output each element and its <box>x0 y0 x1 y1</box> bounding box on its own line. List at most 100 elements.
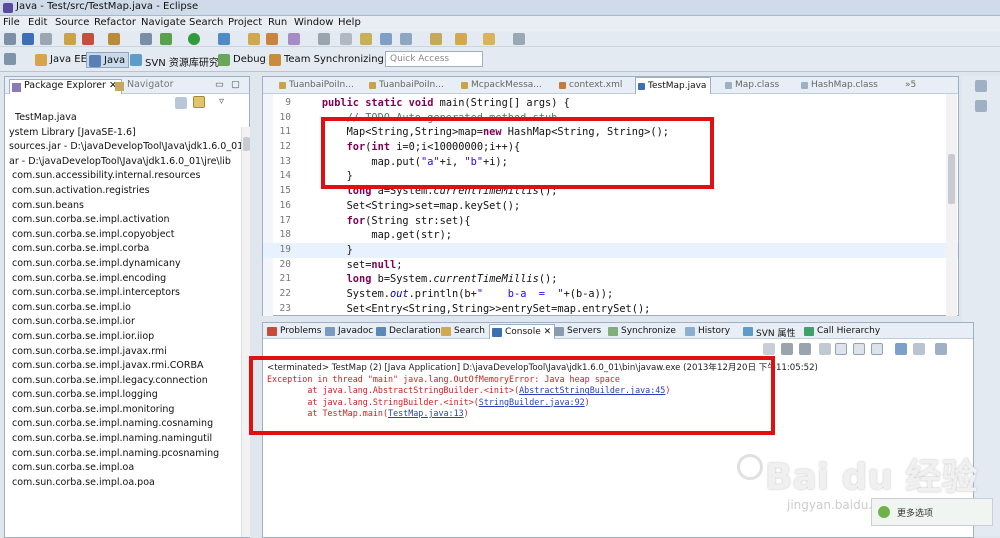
forward-icon[interactable] <box>483 33 495 45</box>
perspective-debug[interactable]: Debug <box>216 52 269 68</box>
tree-item[interactable]: com.sun.activation.registries <box>5 184 241 199</box>
tree-item[interactable]: com.sun.accessibility.internal.resources <box>5 169 241 184</box>
tab-problems[interactable]: Problems <box>265 324 324 339</box>
back-icon[interactable] <box>455 33 467 45</box>
code-line[interactable]: 13 map.put("a"+i, "b"+i); <box>263 155 958 170</box>
pin-icon[interactable] <box>513 33 525 45</box>
code-line[interactable]: 20 set=null; <box>263 258 958 273</box>
tree-item[interactable]: com.sun.corba.se.impl.encoding <box>5 272 241 287</box>
quick-access-input[interactable]: Quick Access <box>385 51 483 67</box>
tree-item[interactable]: com.sun.corba.se.impl.logging <box>5 388 241 403</box>
code-line[interactable]: 11 Map<String,String>map=new HashMap<Str… <box>263 125 958 140</box>
editor-tab[interactable]: HashMap.class <box>799 77 882 94</box>
menu-project[interactable]: Project <box>228 17 262 28</box>
menu-source[interactable]: Source <box>55 17 89 28</box>
stack-trace-link[interactable]: StringBuilder.java:92 <box>479 397 585 407</box>
code-line[interactable]: 15 long a=System.currentTimeMillis(); <box>263 184 958 199</box>
editor-tab[interactable]: McpackMessa... <box>459 77 546 94</box>
menu-search[interactable]: Search <box>189 17 223 28</box>
ant-icon[interactable] <box>108 33 120 45</box>
next-annotation-icon[interactable] <box>380 33 392 45</box>
tree-item[interactable]: com.sun.corba.se.impl.io <box>5 301 241 316</box>
tree-item[interactable]: com.sun.corba.se.impl.ior.iiop <box>5 330 241 345</box>
tree-item[interactable]: TestMap.java <box>5 111 241 126</box>
link-editor-icon[interactable] <box>193 96 205 108</box>
menu-file[interactable]: File <box>3 17 20 28</box>
tab-search[interactable]: Search <box>439 324 488 339</box>
code-line[interactable]: 18 map.get(str); <box>263 228 958 243</box>
code-line[interactable]: 9 public static void main(String[] args)… <box>263 96 958 111</box>
new-package-icon[interactable] <box>248 33 260 45</box>
code-area[interactable]: 9 public static void main(String[] args)… <box>263 96 958 316</box>
minimize-icon[interactable]: ▭ <box>215 79 224 90</box>
open-console-icon[interactable] <box>935 343 947 355</box>
more-tabs-button[interactable]: »5 <box>893 77 920 94</box>
tab-console[interactable]: Console ✕ <box>489 324 556 339</box>
tree-item[interactable]: com.sun.corba.se.impl.activation <box>5 213 241 228</box>
new-icon[interactable] <box>4 33 16 45</box>
editor-tab[interactable]: TestMap.java <box>635 77 712 94</box>
code-line[interactable]: 10 // TODO Auto-generated method stub <box>263 111 958 126</box>
show-console-icon[interactable] <box>871 343 883 355</box>
tree-item[interactable]: com.sun.corba.se.impl.naming.pcosnaming <box>5 447 241 462</box>
tab-svn-[interactable]: SVN 属性 <box>741 324 798 339</box>
perspective-team[interactable]: Team Synchronizing <box>267 52 387 68</box>
tree-item[interactable]: com.sun.corba.se.impl.dynamicany <box>5 257 241 272</box>
remove-launch-icon[interactable] <box>781 343 793 355</box>
tree-item[interactable]: com.sun.corba.se.impl.copyobject <box>5 228 241 243</box>
tree-item[interactable]: com.sun.beans <box>5 199 241 214</box>
menu-run[interactable]: Run <box>268 17 287 28</box>
tree-item[interactable]: sources.jar - D:\javaDevelopTool\Java\jd… <box>5 140 241 155</box>
server-icon[interactable] <box>82 33 94 45</box>
perspective-java[interactable]: Java <box>86 52 130 68</box>
tree-item[interactable]: com.sun.corba.se.impl.oa <box>5 461 241 476</box>
annotation-icon[interactable] <box>360 33 372 45</box>
close-icon[interactable]: ✕ <box>541 327 552 337</box>
tree-item[interactable]: ar - D:\javaDevelopTool\Java\jdk1.6.0_01… <box>5 155 241 170</box>
code-line[interactable]: 19 } <box>263 242 958 258</box>
new-class-icon[interactable] <box>266 33 278 45</box>
code-line[interactable]: 21 long b=System.currentTimeMillis(); <box>263 272 958 287</box>
tab-package-explorer[interactable]: Package Explorer ✕ <box>9 79 122 94</box>
tab-servers[interactable]: Servers <box>552 324 604 339</box>
code-line[interactable]: 17 for(String str:set){ <box>263 214 958 229</box>
open-type-icon[interactable] <box>288 33 300 45</box>
tree-item[interactable]: com.sun.corba.se.impl.javax.rmi.CORBA <box>5 359 241 374</box>
tab-call-hierarchy[interactable]: Call Hierarchy <box>802 324 883 339</box>
perspective-java-ee[interactable]: Java EE <box>33 52 90 68</box>
tree-item[interactable]: com.sun.corba.se.impl.corba <box>5 242 241 257</box>
tree-item[interactable]: com.sun.corba.se.impl.legacy.connection <box>5 374 241 389</box>
scroll-lock-icon[interactable] <box>835 343 847 355</box>
tree-item[interactable]: com.sun.corba.se.impl.monitoring <box>5 403 241 418</box>
terminate-icon[interactable] <box>763 343 775 355</box>
minimize-icon[interactable] <box>975 80 987 92</box>
debug-icon[interactable] <box>160 33 172 45</box>
build-icon[interactable] <box>64 33 76 45</box>
editor-scrollbar[interactable] <box>946 94 957 316</box>
menu-help[interactable]: Help <box>338 17 361 28</box>
tree-item[interactable]: com.sun.corba.se.impl.javax.rmi <box>5 345 241 360</box>
tab-synchronize[interactable]: Synchronize <box>606 324 679 339</box>
tree-item[interactable]: com.sun.corba.se.impl.naming.cosnaming <box>5 417 241 432</box>
tree-item[interactable]: ystem Library [JavaSE-1.6] <box>5 126 241 141</box>
debug-skip-icon[interactable] <box>140 33 152 45</box>
toggle-mark-icon[interactable] <box>340 33 352 45</box>
prev-annotation-icon[interactable] <box>400 33 412 45</box>
menu-edit[interactable]: Edit <box>28 17 47 28</box>
clear-console-icon[interactable] <box>819 343 831 355</box>
tab-navigator[interactable]: Navigator <box>115 79 173 91</box>
menu-window[interactable]: Window <box>294 17 333 28</box>
code-line[interactable]: 22 System.out.println(b+" b-a = "+(b-a))… <box>263 287 958 302</box>
code-line[interactable]: 23 Set<Entry<String,String>>entrySet=map… <box>263 302 958 317</box>
view-menu-icon[interactable]: ▿ <box>219 96 224 107</box>
remove-all-icon[interactable] <box>799 343 811 355</box>
collapse-all-icon[interactable] <box>175 97 187 109</box>
editor-tab[interactable]: TuanbaiPoiIn... <box>277 77 358 94</box>
print-icon[interactable] <box>40 33 52 45</box>
maximize-icon[interactable]: ▢ <box>231 79 240 90</box>
maximize-icon[interactable] <box>975 100 987 112</box>
code-line[interactable]: 14 } <box>263 169 958 184</box>
tree-item[interactable]: com.sun.corba.se.impl.naming.namingutil <box>5 432 241 447</box>
pin-console-icon[interactable] <box>895 343 907 355</box>
stack-trace-link[interactable]: AbstractStringBuilder.java:45 <box>519 385 665 395</box>
